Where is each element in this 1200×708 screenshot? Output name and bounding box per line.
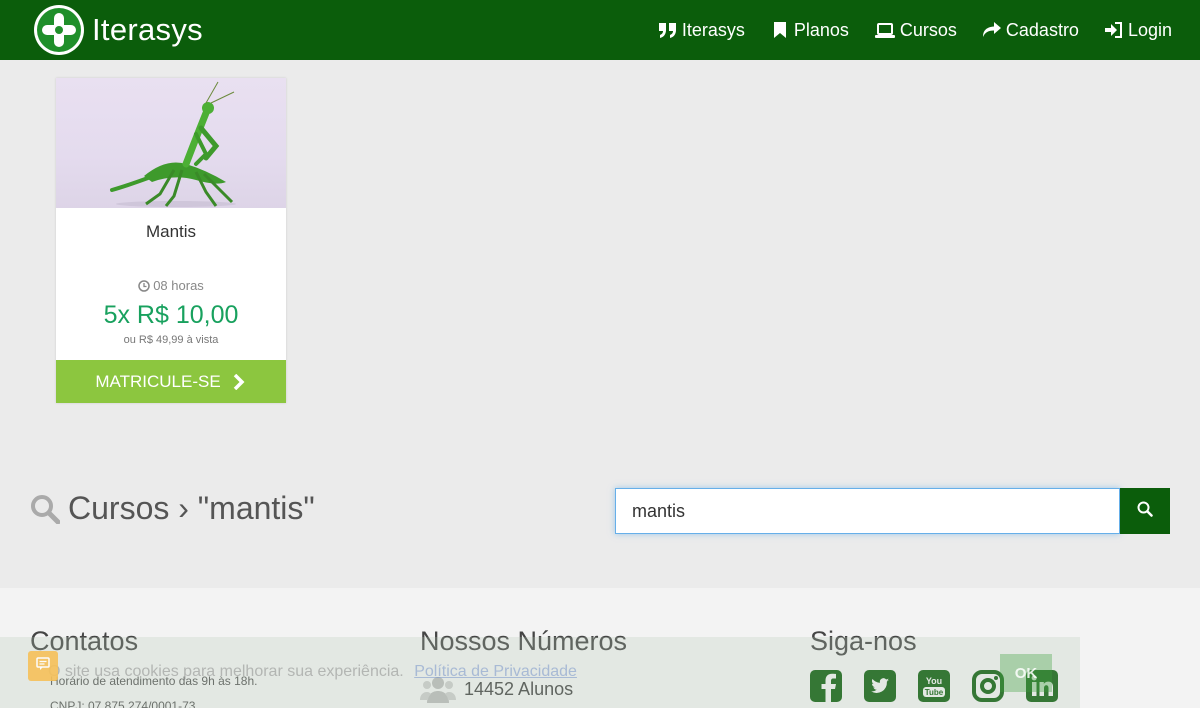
main-nav: Iterasys Planos Cursos Cadastro Login (633, 0, 1172, 60)
course-hours: 08 horas (56, 278, 286, 293)
search-input[interactable] (615, 488, 1120, 534)
course-card[interactable]: Mantis 08 horas 5x R$ 10,00 ou R$ 49,99 … (56, 78, 286, 403)
bookmark-icon (771, 21, 789, 39)
nav-item-cadastro[interactable]: Cadastro (982, 19, 1079, 41)
course-image-mantis[interactable] (56, 78, 286, 208)
search-results-heading: Cursos › "mantis" (30, 490, 315, 527)
enroll-button-label: MATRICULE-SE (95, 371, 221, 391)
privacy-policy-link[interactable]: Política de Privacidade (414, 663, 577, 680)
chat-icon (36, 656, 50, 676)
clock-icon (138, 279, 150, 292)
search-heading-text: Cursos › "mantis" (68, 490, 315, 526)
search-icon (30, 494, 61, 524)
cookie-ok-button[interactable]: OK (1000, 654, 1052, 692)
nav-label: Login (1127, 19, 1172, 40)
nav-item-cursos[interactable]: Cursos (874, 19, 957, 41)
nav-label: Planos (793, 19, 849, 40)
nav-item-iterasys[interactable]: Iterasys (659, 20, 745, 41)
nav-item-planos[interactable]: Planos (771, 20, 849, 41)
nav-label: Cursos (899, 19, 957, 40)
nav-label: Cadastro (1005, 19, 1079, 40)
course-cash-price: ou R$ 49,99 à vista (123, 334, 219, 346)
share-arrow-icon (982, 21, 1001, 39)
cookie-text: O site usa cookies para melhorar sua exp… (48, 663, 404, 680)
search-icon (1137, 501, 1153, 522)
quote-icon (659, 21, 677, 39)
cookie-message: O site usa cookies para melhorar sua exp… (48, 663, 577, 681)
logo-cross-icon (34, 5, 84, 55)
site-logo[interactable]: Iterasys (34, 5, 203, 55)
laptop-icon (874, 21, 895, 39)
search-form (615, 488, 1170, 534)
sign-in-icon (1104, 21, 1123, 39)
course-price: 5x R$ 10,00 (103, 301, 239, 329)
nav-label: Iterasys (681, 19, 745, 40)
top-navbar: Iterasys Iterasys Planos Cursos Cadastro (0, 0, 1200, 60)
brand-name: Iterasys (92, 12, 203, 47)
chat-widget-button[interactable] (28, 651, 58, 681)
search-button[interactable] (1120, 488, 1170, 534)
cookie-banner: O site usa cookies para melhorar sua exp… (0, 637, 1080, 708)
nav-item-login[interactable]: Login (1104, 19, 1172, 41)
course-title[interactable]: Mantis (56, 222, 286, 270)
chevron-right-icon (233, 373, 247, 390)
course-hours-text: 08 horas (153, 278, 204, 293)
enroll-button[interactable]: MATRICULE-SE (56, 360, 286, 403)
